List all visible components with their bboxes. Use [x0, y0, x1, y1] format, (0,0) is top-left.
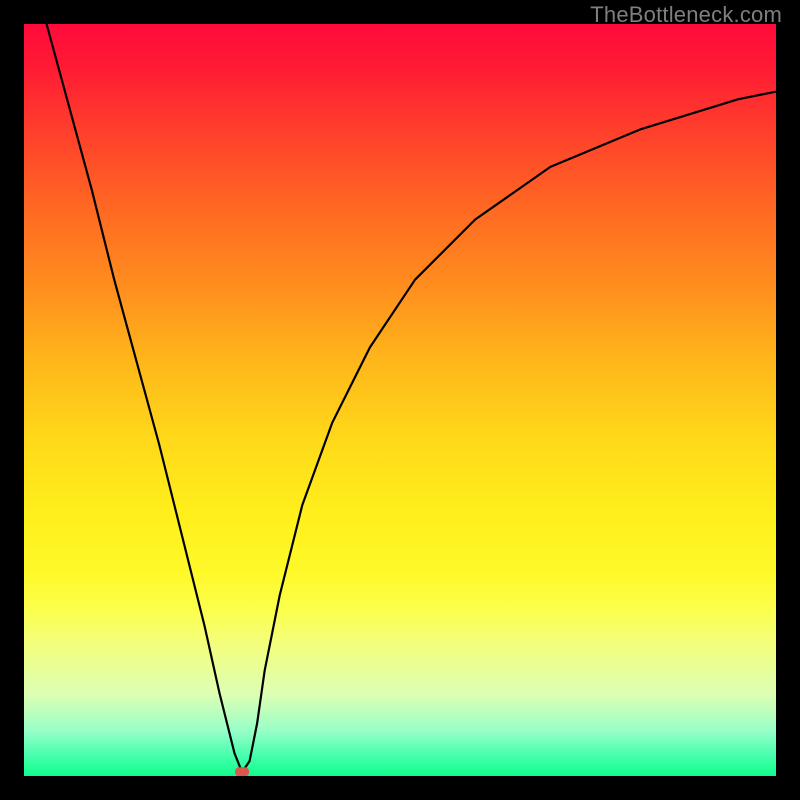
chart-frame: TheBottleneck.com	[0, 0, 800, 800]
watermark-text: TheBottleneck.com	[590, 2, 782, 28]
bottleneck-curve-path	[47, 24, 776, 772]
minimum-marker	[235, 767, 249, 776]
curve-svg	[24, 24, 776, 776]
plot-area	[24, 24, 776, 776]
